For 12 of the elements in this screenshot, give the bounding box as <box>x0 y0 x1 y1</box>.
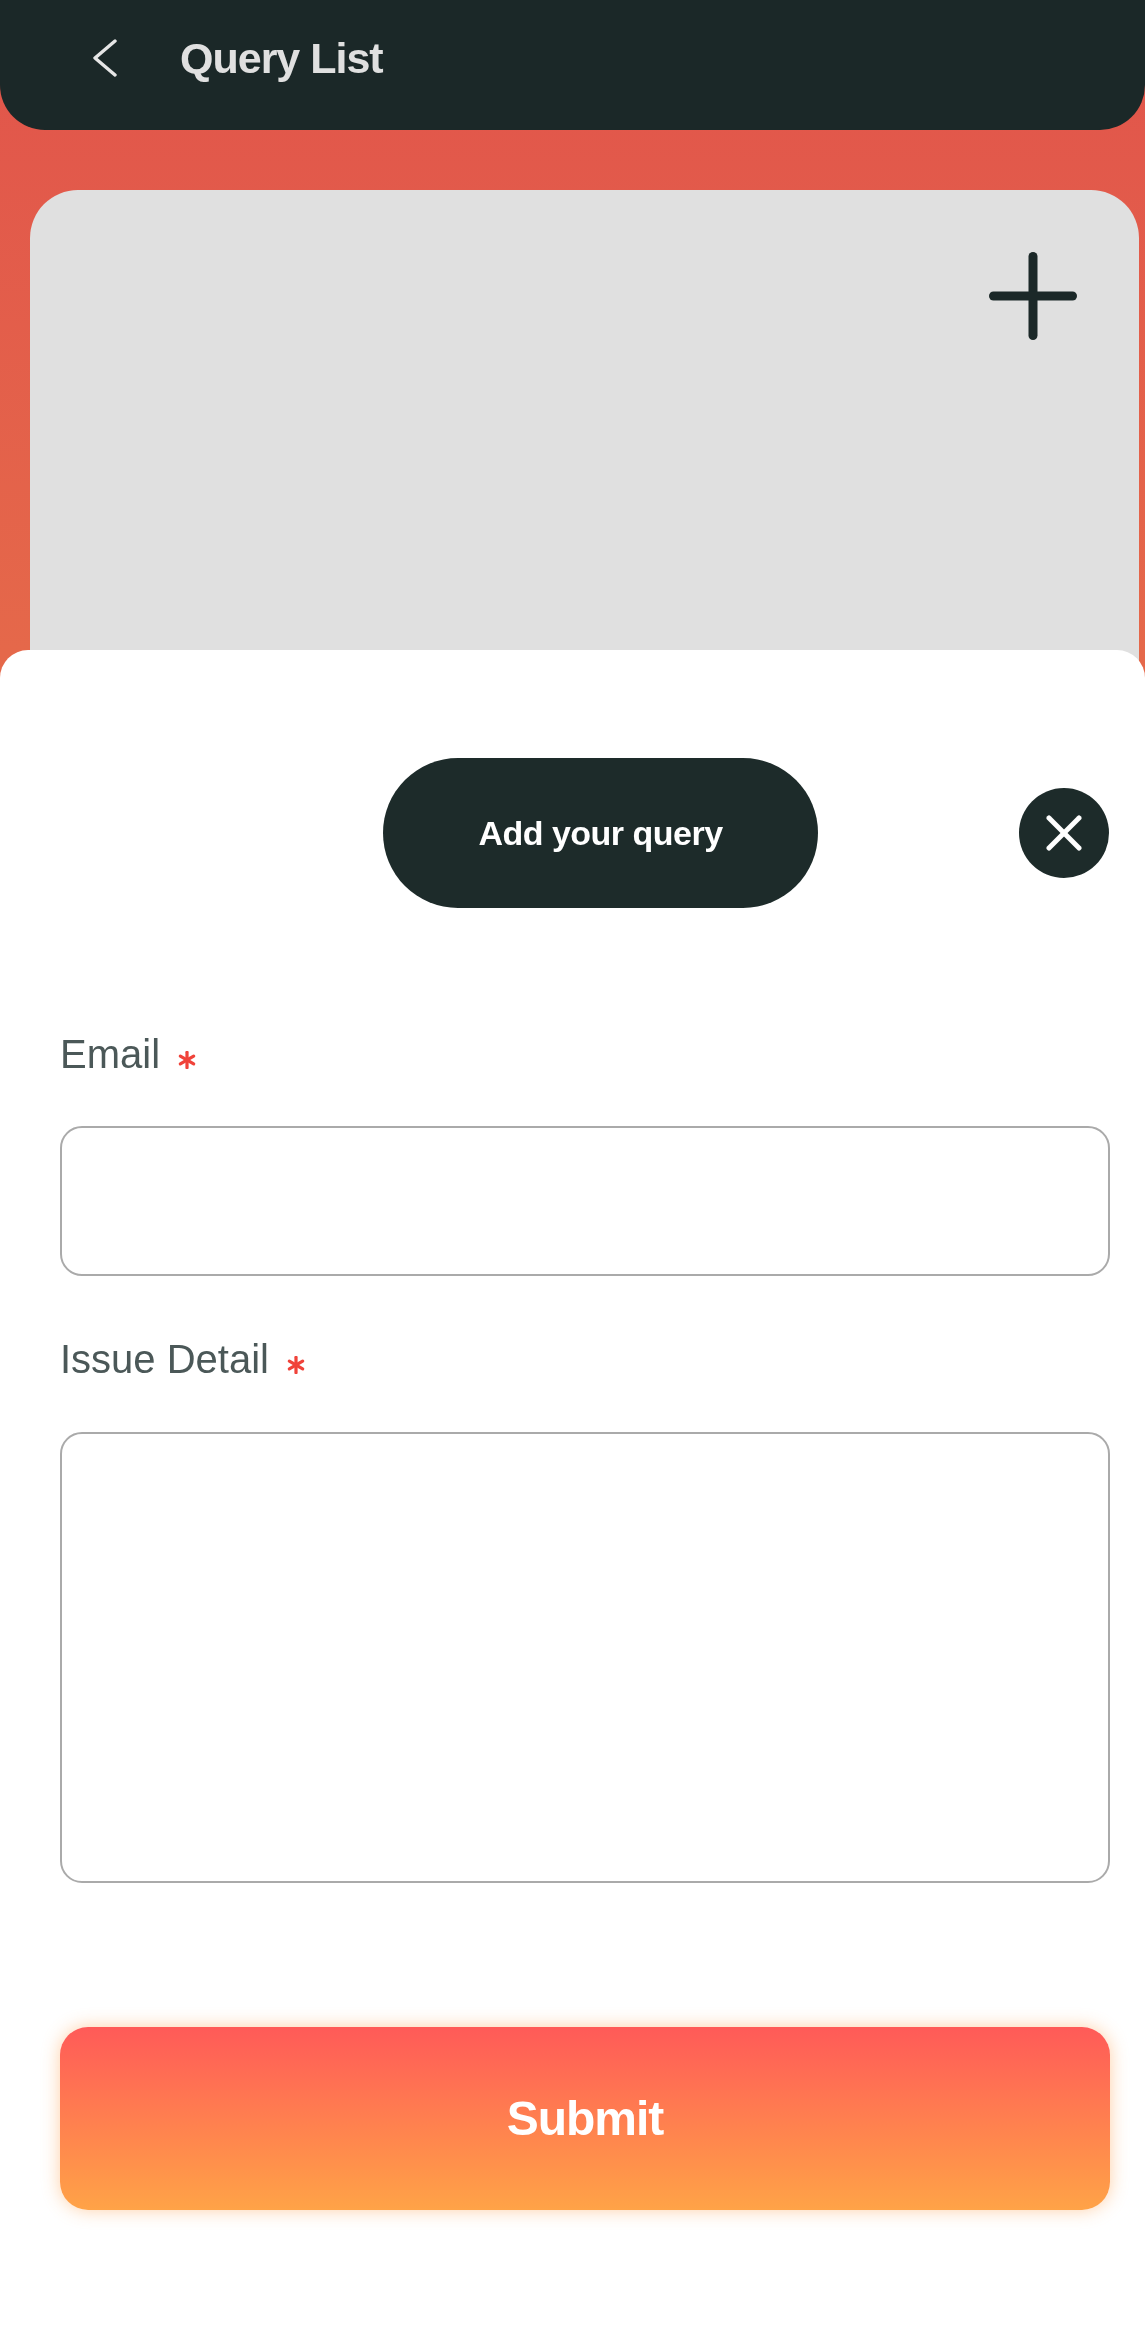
back-button[interactable] <box>93 39 117 77</box>
text-input-field[interactable] <box>60 1126 1110 1276</box>
chevron-left-icon <box>93 39 117 77</box>
field-label: Email <box>60 1031 161 1078</box>
sheet-title: Add your query <box>478 813 723 854</box>
field-label: Issue Detail <box>60 1336 269 1383</box>
page-title: Query List <box>180 33 383 84</box>
plus-icon <box>989 252 1077 340</box>
close-icon <box>1046 815 1082 851</box>
text-area-field[interactable] <box>60 1432 1110 1883</box>
add-button[interactable] <box>989 252 1077 340</box>
submit-button[interactable]: Submit <box>60 2027 1110 2210</box>
